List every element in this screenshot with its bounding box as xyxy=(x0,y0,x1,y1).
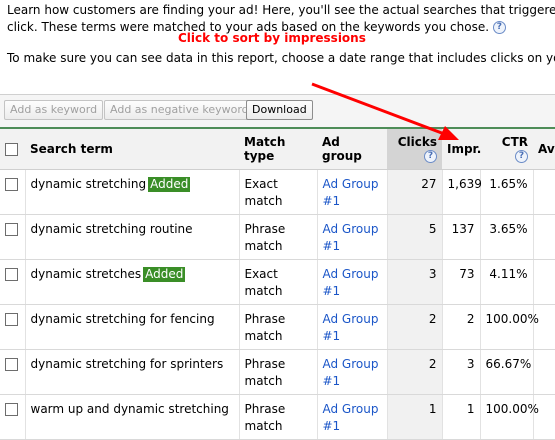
ad-group-link[interactable]: Ad Group #1 xyxy=(323,222,379,253)
header-avg[interactable]: Av xyxy=(533,127,555,170)
match-type-cell: Phrase match xyxy=(238,214,317,260)
impressions-cell: 3 xyxy=(441,349,480,395)
ctr-cell: 1.65% xyxy=(479,169,533,215)
ad-group-cell: Ad Group #1 xyxy=(316,259,387,305)
search-term-text: dynamic stretching for sprinters xyxy=(30,357,224,371)
clicks-cell: 27 xyxy=(386,169,442,215)
clicks-cell: 5 xyxy=(386,214,442,260)
search-term-text: dynamic stretching xyxy=(30,177,147,191)
table-row: dynamic stretches Added Exact match Ad Grou… xyxy=(0,259,555,305)
ad-group-link[interactable]: Ad Group #1 xyxy=(323,312,379,343)
row-checkbox[interactable] xyxy=(5,268,18,281)
header-ad-group[interactable]: Ad group xyxy=(317,127,387,170)
ad-group-cell: Ad Group #1 xyxy=(316,214,387,260)
ctr-cell: 66.67% xyxy=(479,349,533,395)
table-row: dynamic stretching for sprinters Phrase m… xyxy=(0,349,555,395)
row-checkbox[interactable] xyxy=(5,313,18,326)
header-match-type[interactable]: Match type xyxy=(239,127,317,170)
row-checkbox[interactable] xyxy=(5,178,18,191)
add-as-keyword-button[interactable]: Add as keyword xyxy=(4,100,104,120)
search-term-cell: dynamic stretching for fencing xyxy=(24,304,239,350)
header-ctr[interactable]: CTR ? xyxy=(480,127,533,170)
ad-group-cell: Ad Group #1 xyxy=(316,394,387,440)
row-select-cell xyxy=(0,214,25,260)
row-select-cell xyxy=(0,304,25,350)
impressions-cell: 2 xyxy=(441,304,480,350)
avg-cell xyxy=(532,259,555,305)
row-select-cell xyxy=(0,349,25,395)
added-badge: Added xyxy=(148,177,191,192)
add-as-negative-keyword-button[interactable]: Add as negative keyword xyxy=(104,100,255,120)
match-type-cell: Exact match xyxy=(238,259,317,305)
match-type-cell: Phrase match xyxy=(238,304,317,350)
search-term-text: dynamic stretching for fencing xyxy=(30,312,215,326)
search-term-cell: dynamic stretching Added xyxy=(24,169,239,215)
ad-group-cell: Ad Group #1 xyxy=(316,304,387,350)
clicks-cell: 1 xyxy=(386,394,442,440)
select-all-cell xyxy=(0,127,25,170)
row-select-cell xyxy=(0,259,25,305)
row-checkbox[interactable] xyxy=(5,403,18,416)
match-type-cell: Exact match xyxy=(238,169,317,215)
clicks-cell: 2 xyxy=(386,349,442,395)
row-checkbox[interactable] xyxy=(5,358,18,371)
ctr-cell: 4.11% xyxy=(479,259,533,305)
clicks-help-icon[interactable]: ? xyxy=(424,150,437,163)
clicks-cell: 2 xyxy=(386,304,442,350)
added-badge: Added xyxy=(143,267,186,282)
ad-group-link[interactable]: Ad Group #1 xyxy=(323,402,379,433)
select-all-checkbox[interactable] xyxy=(5,143,18,156)
table-row: dynamic stretching routine Phrase match Ad… xyxy=(0,214,555,260)
search-term-text: warm up and dynamic stretching xyxy=(30,402,229,416)
ad-group-link[interactable]: Ad Group #1 xyxy=(323,357,379,388)
toolbar: Add as keyword Add as negative keyword D… xyxy=(0,94,555,127)
ctr-cell: 3.65% xyxy=(479,214,533,260)
download-button[interactable]: Download xyxy=(246,100,313,120)
ctr-help-icon[interactable]: ? xyxy=(515,150,528,163)
search-term-cell: dynamic stretching for sprinters xyxy=(24,349,239,395)
clicks-cell: 3 xyxy=(386,259,442,305)
help-icon[interactable]: ? xyxy=(492,21,506,34)
header-search-term[interactable]: Search term xyxy=(25,127,239,170)
table-row: dynamic stretching Added Exact match Ad Gro… xyxy=(0,169,555,215)
search-term-text: dynamic stretches xyxy=(30,267,142,281)
row-select-cell xyxy=(0,394,25,440)
table-row: dynamic stretching for fencing Phrase mat… xyxy=(0,304,555,350)
search-term-cell: warm up and dynamic stretching xyxy=(24,394,239,440)
impressions-cell: 73 xyxy=(441,259,480,305)
avg-cell xyxy=(532,214,555,260)
avg-cell xyxy=(532,349,555,395)
impressions-cell: 1,639 xyxy=(441,169,482,215)
ad-group-cell: Ad Group #1 xyxy=(316,169,387,215)
intro-line-1: Learn how customers are finding your ad!… xyxy=(7,3,555,17)
match-type-cell: Phrase match xyxy=(238,394,317,440)
match-type-cell: Phrase match xyxy=(238,349,317,395)
header-impressions[interactable]: Impr. xyxy=(442,127,481,170)
impressions-cell: 137 xyxy=(441,214,480,260)
impressions-cell: 1 xyxy=(441,394,480,440)
header-clicks-label: Clicks xyxy=(397,135,437,149)
header-clicks[interactable]: Clicks ? xyxy=(387,127,442,170)
table-header-row: Search term Match type Ad group Clicks ?… xyxy=(0,127,555,170)
ad-group-link[interactable]: Ad Group #1 xyxy=(323,177,379,208)
ctr-cell: 100.00% xyxy=(479,304,539,350)
avg-cell xyxy=(532,169,555,215)
search-term-text: dynamic stretching routine xyxy=(30,222,193,236)
table-row: warm up and dynamic stretching Phrase mat… xyxy=(0,394,555,440)
row-select-cell xyxy=(0,169,25,215)
sort-annotation: Click to sort by impressions xyxy=(178,31,366,45)
search-term-cell: dynamic stretches Added xyxy=(24,259,239,305)
ctr-cell: 100.00% xyxy=(479,394,539,440)
date-range-hint: To make sure you can see data in this re… xyxy=(7,51,555,65)
ad-group-link[interactable]: Ad Group #1 xyxy=(323,267,379,298)
header-ctr-label: CTR xyxy=(501,135,528,149)
row-checkbox[interactable] xyxy=(5,223,18,236)
search-terms-table: Search term Match type Ad group Clicks ?… xyxy=(0,127,555,440)
search-term-cell: dynamic stretching routine xyxy=(24,214,239,260)
ad-group-cell: Ad Group #1 xyxy=(316,349,387,395)
